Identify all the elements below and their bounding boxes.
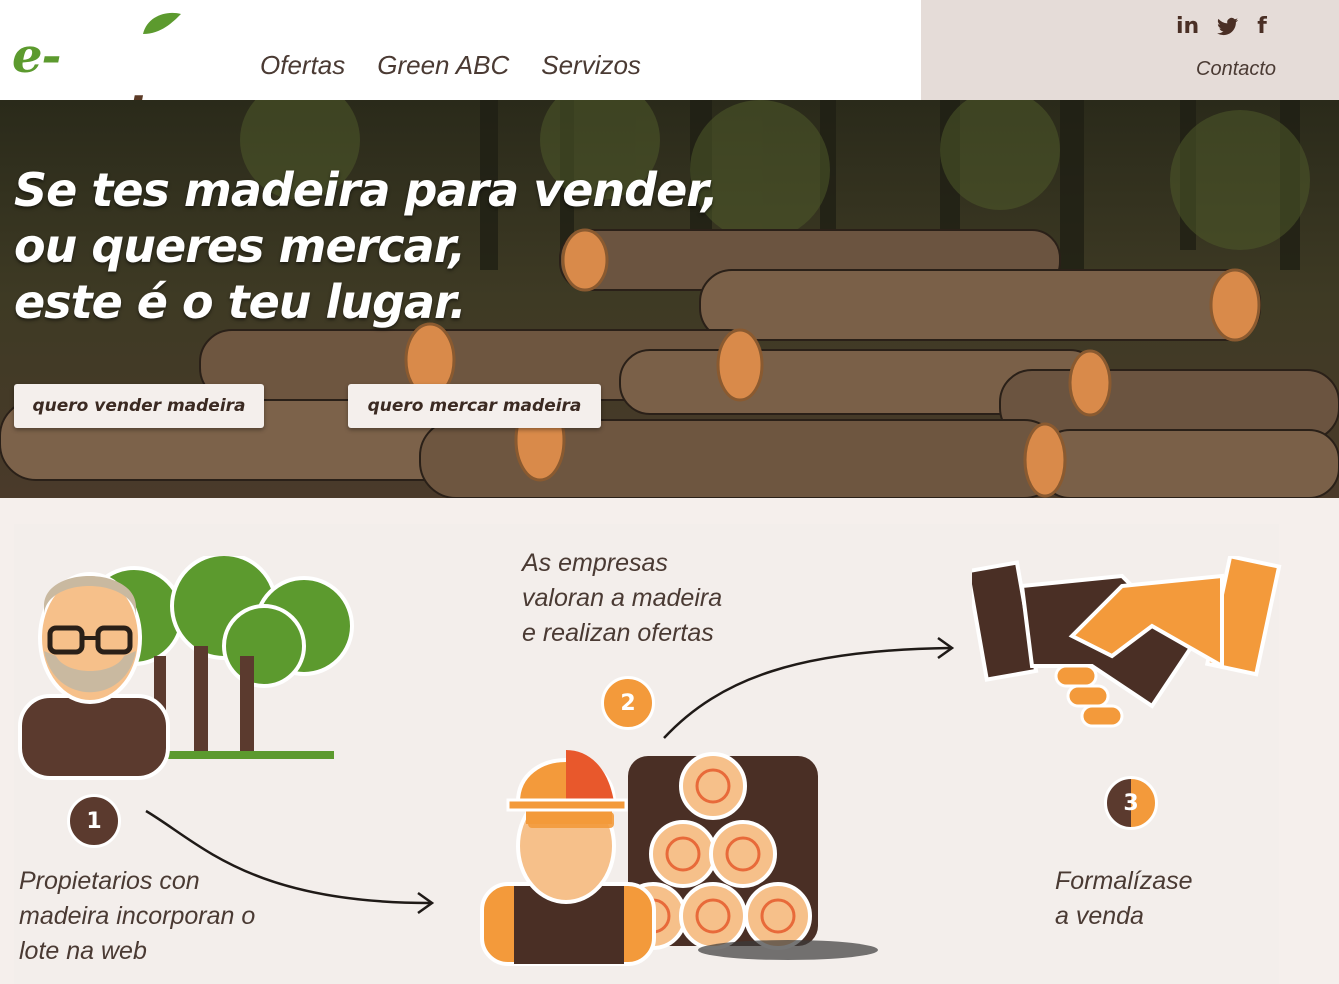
hero-line-1: Se tes madeira para vender,	[14, 163, 719, 217]
hero-line-3: este é o teu lugar.	[14, 275, 467, 329]
top-right-panel: in f Contacto	[921, 0, 1339, 100]
nav-ofertas[interactable]: Ofertas	[260, 50, 345, 81]
logo[interactable]: e-monte	[12, 10, 222, 140]
buy-wood-button[interactable]: quero mercar madeira	[348, 384, 601, 428]
nav-green-abc[interactable]: Green ABC	[377, 50, 509, 81]
hero-line-2: ou queres mercar,	[14, 219, 466, 273]
how-it-works-section: 1 Propietarios con madeira incorporan o …	[0, 498, 1339, 984]
arrow-1-icon	[145, 809, 435, 915]
step-1-number: 1	[67, 794, 121, 848]
hero-banner: Se tes madeira para vender, ou queres me…	[0, 100, 1339, 498]
step-3-text: Formalízase a venda	[1055, 867, 1193, 930]
facebook-icon[interactable]: f	[1257, 14, 1267, 39]
linkedin-icon[interactable]: in	[1176, 14, 1199, 39]
social-links: in f	[1176, 14, 1267, 39]
hero-headline: Se tes madeira para vender, ou queres me…	[14, 162, 719, 330]
worker-with-logs-illustration	[480, 750, 878, 966]
step-2-number: 2	[601, 676, 655, 730]
arrow-2-icon	[663, 636, 955, 739]
step-3-number: 3	[1104, 776, 1158, 830]
contact-link[interactable]: Contacto	[1196, 58, 1276, 81]
main-nav: Ofertas Green ABC Servizos	[260, 50, 641, 81]
nav-servizos[interactable]: Servizos	[541, 50, 641, 81]
twitter-icon[interactable]	[1217, 17, 1239, 37]
owner-with-trees-illustration	[18, 556, 354, 780]
sell-wood-button[interactable]: quero vender madeira	[14, 384, 264, 428]
handshake-illustration	[972, 556, 1282, 728]
